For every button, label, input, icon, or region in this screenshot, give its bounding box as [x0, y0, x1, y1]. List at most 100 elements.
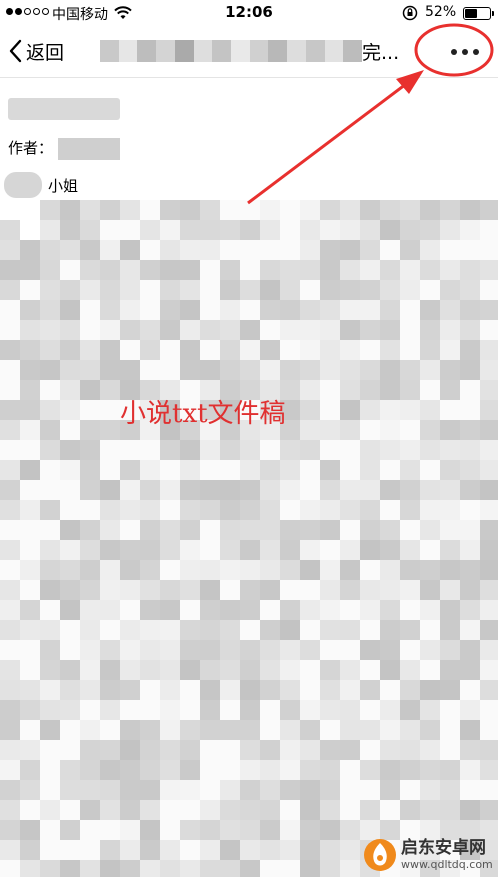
mosaic-cell — [40, 620, 60, 640]
mosaic-cell — [0, 580, 20, 600]
mosaic-cell — [220, 280, 240, 300]
mosaic-cell — [120, 260, 140, 280]
mosaic-cell — [320, 580, 340, 600]
mosaic-cell — [40, 320, 60, 340]
mosaic-cell — [20, 340, 40, 360]
mosaic-cell — [60, 740, 80, 760]
annotation-caption: 小说txt文件稿 — [120, 399, 286, 429]
mosaic-cell — [460, 640, 480, 660]
mosaic-cell — [220, 680, 240, 700]
mosaic-cell — [160, 480, 180, 500]
mosaic-cell — [280, 680, 300, 700]
mosaic-cell — [380, 240, 400, 260]
mosaic-cell — [400, 400, 420, 420]
mosaic-cell — [480, 680, 498, 700]
mosaic-cell — [240, 280, 260, 300]
mosaic-cell — [40, 300, 60, 320]
chevron-left-icon — [9, 39, 22, 63]
mosaic-cell — [80, 420, 100, 440]
back-button[interactable]: 返回 — [8, 36, 64, 66]
mosaic-cell — [300, 500, 320, 520]
mosaic-cell — [220, 640, 240, 660]
mosaic-cell — [80, 280, 100, 300]
mosaic-cell — [200, 700, 220, 720]
mosaic-cell — [20, 440, 40, 460]
mosaic-cell — [220, 560, 240, 580]
more-button[interactable] — [440, 38, 490, 66]
mosaic-cell — [480, 800, 498, 820]
mosaic-cell — [120, 480, 140, 500]
mosaic-cell — [460, 240, 480, 260]
mosaic-cell — [460, 780, 480, 800]
mosaic-cell — [200, 540, 220, 560]
mosaic-cell — [80, 380, 100, 400]
mosaic-cell — [0, 340, 20, 360]
mosaic-cell — [300, 320, 320, 340]
mosaic-cell — [60, 260, 80, 280]
mosaic-cell — [0, 220, 20, 240]
mosaic-cell — [260, 700, 280, 720]
mosaic-cell — [180, 740, 200, 760]
mosaic-cell — [40, 540, 60, 560]
mosaic-cell — [160, 460, 180, 480]
mosaic-cell — [220, 260, 240, 280]
mosaic-cell — [380, 220, 400, 240]
mosaic-cell — [300, 700, 320, 720]
mosaic-cell — [340, 220, 360, 240]
mosaic-cell — [480, 360, 498, 380]
mosaic-cell — [260, 520, 280, 540]
mosaic-cell — [420, 560, 440, 580]
mosaic-cell — [480, 780, 498, 800]
mosaic-cell — [400, 500, 420, 520]
mosaic-cell — [400, 740, 420, 760]
mosaic-cell — [320, 240, 340, 260]
mosaic-cell — [380, 400, 400, 420]
mosaic-cell — [100, 540, 120, 560]
mosaic-cell — [260, 800, 280, 820]
mosaic-cell — [260, 220, 280, 240]
mosaic-cell — [140, 520, 160, 540]
mosaic-cell — [0, 500, 20, 520]
watermark: 启东安卓网 www.qdltdq.com — [362, 836, 496, 874]
mosaic-cell — [60, 840, 80, 860]
mosaic-cell — [400, 580, 420, 600]
mosaic-cell — [280, 780, 300, 800]
mosaic-cell — [220, 760, 240, 780]
mosaic-cell — [440, 440, 460, 460]
mosaic-cell — [380, 520, 400, 540]
mosaic-cell — [460, 500, 480, 520]
mosaic-cell — [340, 740, 360, 760]
mosaic-cell — [440, 480, 460, 500]
mosaic-cell — [460, 560, 480, 580]
mosaic-cell — [240, 700, 260, 720]
mosaic-cell — [260, 560, 280, 580]
mosaic-cell — [320, 400, 340, 420]
mosaic-cell — [0, 520, 20, 540]
mosaic-cell — [220, 800, 240, 820]
mosaic-cell — [380, 340, 400, 360]
mosaic-cell — [340, 200, 360, 220]
mosaic-cell — [140, 560, 160, 580]
mosaic-cell — [240, 800, 260, 820]
mosaic-cell — [480, 340, 498, 360]
mosaic-cell — [260, 820, 280, 840]
mosaic-cell — [320, 740, 340, 760]
mosaic-cell — [260, 540, 280, 560]
mosaic-cell — [360, 760, 380, 780]
mosaic-cell — [300, 680, 320, 700]
mosaic-cell — [80, 780, 100, 800]
mosaic-cell — [80, 720, 100, 740]
mosaic-cell — [40, 720, 60, 740]
mosaic-cell — [240, 580, 260, 600]
mosaic-cell — [0, 660, 20, 680]
mosaic-cell — [320, 420, 340, 440]
mosaic-cell — [0, 380, 20, 400]
mosaic-cell — [280, 280, 300, 300]
mosaic-cell — [180, 320, 200, 340]
mosaic-cell — [260, 640, 280, 660]
mosaic-cell — [120, 740, 140, 760]
mosaic-cell — [420, 360, 440, 380]
mosaic-cell — [120, 680, 140, 700]
mosaic-cell — [0, 820, 20, 840]
mosaic-cell — [200, 360, 220, 380]
